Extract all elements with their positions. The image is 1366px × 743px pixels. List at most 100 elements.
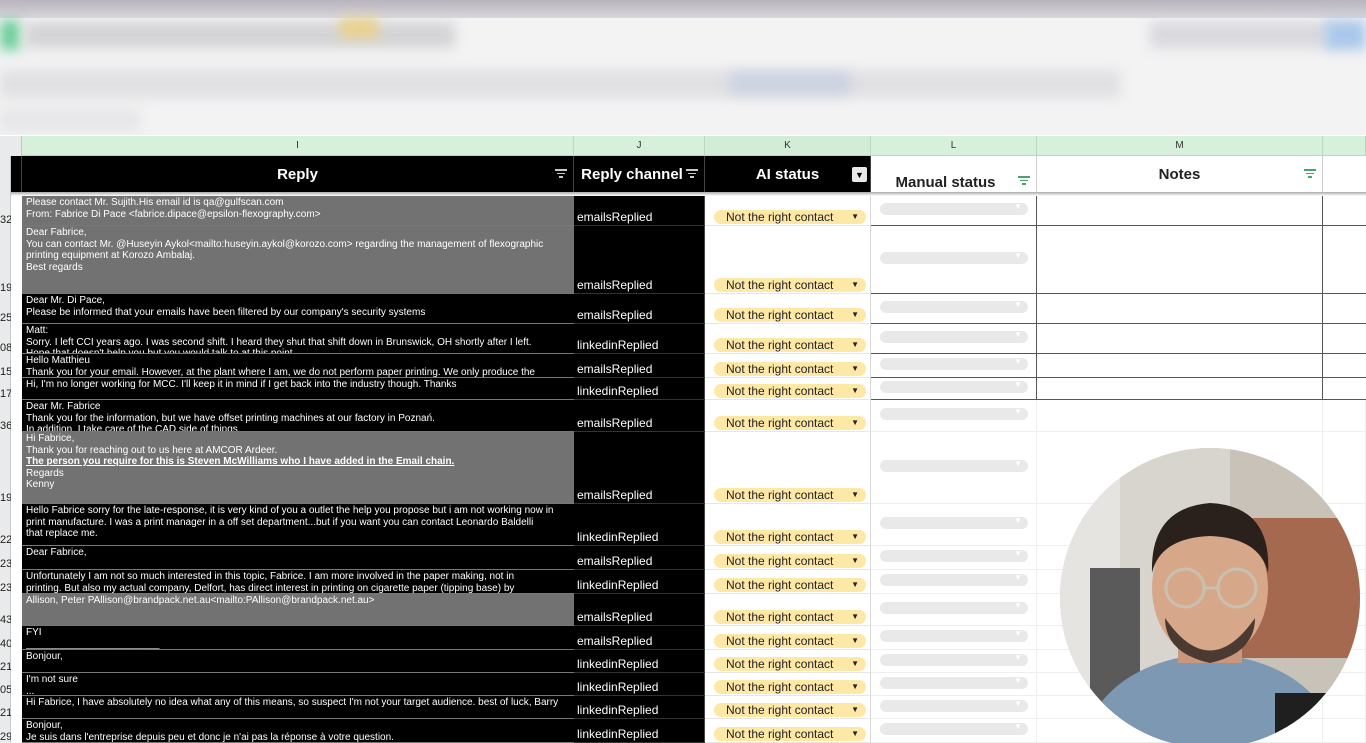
empty-cell[interactable] bbox=[1323, 696, 1366, 719]
ai-status-cell[interactable]: Not the right contact ▼ bbox=[705, 546, 871, 570]
reply-cell[interactable]: Dear Fabrice, You can contact Mr. @Huseyi… bbox=[22, 226, 574, 294]
reply-channel-cell[interactable]: linkedinReplied bbox=[574, 378, 705, 400]
manual-status-dropdown[interactable]: ▼ bbox=[880, 459, 1028, 472]
ai-status-chip[interactable]: Not the right contact ▼ bbox=[714, 338, 866, 352]
header-notes[interactable]: Notes bbox=[1037, 156, 1323, 192]
manual-status-dropdown[interactable]: ▼ bbox=[880, 722, 1028, 735]
notes-cell[interactable] bbox=[1037, 400, 1323, 432]
manual-status-cell[interactable]: ▼ bbox=[871, 650, 1037, 673]
reply-cell[interactable]: Hi Fabrice, Thank you for reaching out to… bbox=[22, 432, 574, 504]
ai-status-cell[interactable]: Not the right contact ▼ bbox=[705, 226, 871, 294]
row-number[interactable]: 23 bbox=[0, 546, 11, 570]
manual-status-cell[interactable]: ▼ bbox=[871, 626, 1037, 650]
row-number[interactable]: 22 bbox=[0, 504, 11, 546]
ai-status-cell[interactable]: Not the right contact ▼ bbox=[705, 196, 871, 226]
reply-cell[interactable]: Allison, Peter PAllison@brandpack.net.au… bbox=[22, 594, 574, 626]
manual-status-dropdown[interactable]: ▼ bbox=[880, 629, 1028, 642]
ai-status-chip[interactable]: Not the right contact ▼ bbox=[714, 416, 866, 430]
empty-cell[interactable] bbox=[1323, 324, 1366, 354]
ai-status-chip[interactable]: Not the right contact ▼ bbox=[714, 278, 866, 292]
manual-status-cell[interactable]: ▼ bbox=[871, 673, 1037, 696]
ai-status-cell[interactable]: Not the right contact ▼ bbox=[705, 504, 871, 546]
reply-cell[interactable]: Hi Fabrice, I have absolutely no idea wh… bbox=[22, 696, 574, 719]
reply-cell[interactable]: Please contact Mr. Sujith.His email id i… bbox=[22, 196, 574, 226]
ai-status-cell[interactable]: Not the right contact ▼ bbox=[705, 400, 871, 432]
reply-channel-cell[interactable]: linkedinReplied bbox=[574, 570, 705, 594]
ai-status-chip[interactable]: Not the right contact ▼ bbox=[714, 610, 866, 624]
filter-icon[interactable] bbox=[1018, 176, 1030, 186]
row-number[interactable]: 29 bbox=[0, 719, 11, 743]
manual-status-dropdown[interactable]: ▼ bbox=[880, 549, 1028, 562]
manual-status-cell[interactable]: ▼ bbox=[871, 546, 1037, 570]
ai-status-chip[interactable]: Not the right contact ▼ bbox=[714, 530, 866, 544]
ai-status-chip[interactable]: Not the right contact ▼ bbox=[714, 634, 866, 648]
manual-status-cell[interactable]: ▼ bbox=[871, 378, 1037, 400]
reply-channel-cell[interactable]: emailsReplied bbox=[574, 226, 705, 294]
row-number[interactable]: 17 bbox=[0, 378, 11, 400]
row-number[interactable]: 19 bbox=[0, 432, 11, 504]
row-number[interactable]: 15 bbox=[0, 354, 11, 378]
manual-status-dropdown[interactable]: ▼ bbox=[880, 601, 1028, 614]
ai-status-cell[interactable]: Not the right contact ▼ bbox=[705, 719, 871, 743]
manual-status-dropdown[interactable]: ▼ bbox=[880, 653, 1028, 666]
reply-cell[interactable]: I'm not sure... bbox=[22, 673, 574, 696]
ai-status-chip[interactable]: Not the right contact ▼ bbox=[714, 488, 866, 502]
header-reply-channel[interactable]: Reply channel bbox=[574, 156, 705, 192]
notes-cell[interactable] bbox=[1037, 324, 1323, 354]
reply-cell[interactable]: FYI ________________________ bbox=[22, 626, 574, 650]
reply-channel-cell[interactable]: linkedinReplied bbox=[574, 719, 705, 743]
select-all-corner[interactable] bbox=[0, 136, 22, 156]
empty-cell[interactable] bbox=[1323, 719, 1366, 743]
manual-status-cell[interactable]: ▼ bbox=[871, 570, 1037, 594]
manual-status-cell[interactable]: ▼ bbox=[871, 594, 1037, 626]
reply-cell[interactable]: Bonjour, bbox=[22, 650, 574, 673]
empty-cell[interactable] bbox=[1323, 432, 1366, 504]
column-header-m[interactable]: M bbox=[1037, 136, 1323, 156]
ai-status-chip[interactable]: Not the right contact ▼ bbox=[714, 308, 866, 322]
column-header-i[interactable]: I bbox=[22, 136, 574, 156]
row-number[interactable]: 32 bbox=[0, 196, 11, 226]
reply-channel-cell[interactable]: emailsReplied bbox=[574, 400, 705, 432]
reply-channel-cell[interactable]: emailsReplied bbox=[574, 594, 705, 626]
reply-channel-cell[interactable]: emailsReplied bbox=[574, 294, 705, 324]
ai-status-cell[interactable]: Not the right contact ▼ bbox=[705, 432, 871, 504]
row-number[interactable]: 21 bbox=[0, 650, 11, 673]
manual-status-dropdown[interactable]: ▼ bbox=[880, 251, 1028, 264]
header-reply[interactable]: Reply bbox=[22, 156, 574, 192]
row-number[interactable]: 43 bbox=[0, 594, 11, 626]
manual-status-dropdown[interactable]: ▼ bbox=[880, 573, 1028, 586]
empty-cell[interactable] bbox=[1323, 400, 1366, 432]
column-header-j[interactable]: J bbox=[574, 136, 705, 156]
manual-status-cell[interactable]: ▼ bbox=[871, 226, 1037, 294]
row-number[interactable]: 23 bbox=[0, 570, 11, 594]
ai-status-cell[interactable]: Not the right contact ▼ bbox=[705, 696, 871, 719]
reply-channel-cell[interactable]: emailsReplied bbox=[574, 546, 705, 570]
ai-status-cell[interactable]: Not the right contact ▼ bbox=[705, 673, 871, 696]
reply-channel-cell[interactable]: emailsReplied bbox=[574, 196, 705, 226]
ai-status-cell[interactable]: Not the right contact ▼ bbox=[705, 294, 871, 324]
row-number[interactable]: 21 bbox=[0, 696, 11, 719]
manual-status-dropdown[interactable]: ▼ bbox=[880, 300, 1028, 313]
header-manual-status[interactable]: Manual status bbox=[871, 156, 1037, 192]
manual-status-dropdown[interactable]: ▼ bbox=[880, 407, 1028, 420]
row-number[interactable]: 08 bbox=[0, 324, 11, 354]
ai-status-chip[interactable]: Not the right contact ▼ bbox=[714, 703, 866, 717]
manual-status-dropdown[interactable]: ▼ bbox=[880, 516, 1028, 529]
manual-status-cell[interactable]: ▼ bbox=[871, 196, 1037, 226]
manual-status-dropdown[interactable]: ▼ bbox=[880, 202, 1028, 215]
filter-icon[interactable] bbox=[1304, 169, 1316, 179]
reply-cell[interactable]: Dear Mr. Di Pace, Please be informed that… bbox=[22, 294, 574, 324]
ai-status-chip[interactable]: Not the right contact ▼ bbox=[714, 210, 866, 224]
row-number[interactable]: 40 bbox=[0, 626, 11, 650]
reply-channel-cell[interactable]: linkedinReplied bbox=[574, 504, 705, 546]
manual-status-dropdown[interactable]: ▼ bbox=[880, 676, 1028, 689]
ai-status-cell[interactable]: Not the right contact ▼ bbox=[705, 378, 871, 400]
empty-cell[interactable] bbox=[1323, 354, 1366, 378]
filter-icon[interactable] bbox=[686, 169, 698, 179]
ai-status-chip[interactable]: Not the right contact ▼ bbox=[714, 657, 866, 671]
reply-cell[interactable]: Hello Matthieu Thank you for your email. … bbox=[22, 354, 574, 378]
filter-active-icon[interactable]: ▼ bbox=[852, 167, 867, 182]
row-number[interactable]: 36 bbox=[0, 400, 11, 432]
reply-cell[interactable]: Unfortunately I am not so much intereste… bbox=[22, 570, 574, 594]
reply-cell[interactable]: Matt: Sorry. I left CCI years ago. I was … bbox=[22, 324, 574, 354]
